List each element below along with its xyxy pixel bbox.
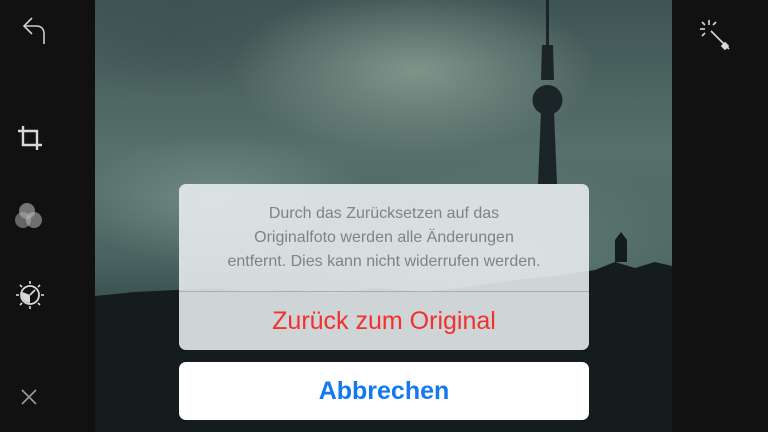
right-toolbar	[672, 0, 768, 432]
undo-button[interactable]	[10, 10, 50, 50]
cancel-button[interactable]: Abbrechen	[179, 362, 589, 420]
reset-confirmation-sheet: Durch das Zurücksetzen auf das Originalf…	[179, 184, 589, 350]
undo-icon	[22, 17, 45, 44]
adjust-button[interactable]	[12, 277, 48, 313]
auto-enhance-button[interactable]	[694, 14, 738, 58]
crop-button[interactable]	[12, 120, 48, 156]
filters-button[interactable]	[12, 198, 48, 234]
close-icon	[21, 389, 37, 405]
close-button[interactable]	[14, 382, 44, 412]
adjust-dial-icon	[16, 281, 44, 309]
filters-icon	[15, 203, 42, 228]
magic-wand-icon	[700, 20, 730, 51]
revert-to-original-button[interactable]: Zurück zum Original	[179, 292, 589, 350]
left-toolbar	[0, 0, 95, 432]
reset-warning-message: Durch das Zurücksetzen auf das Originalf…	[227, 204, 541, 270]
crop-icon	[18, 126, 42, 150]
